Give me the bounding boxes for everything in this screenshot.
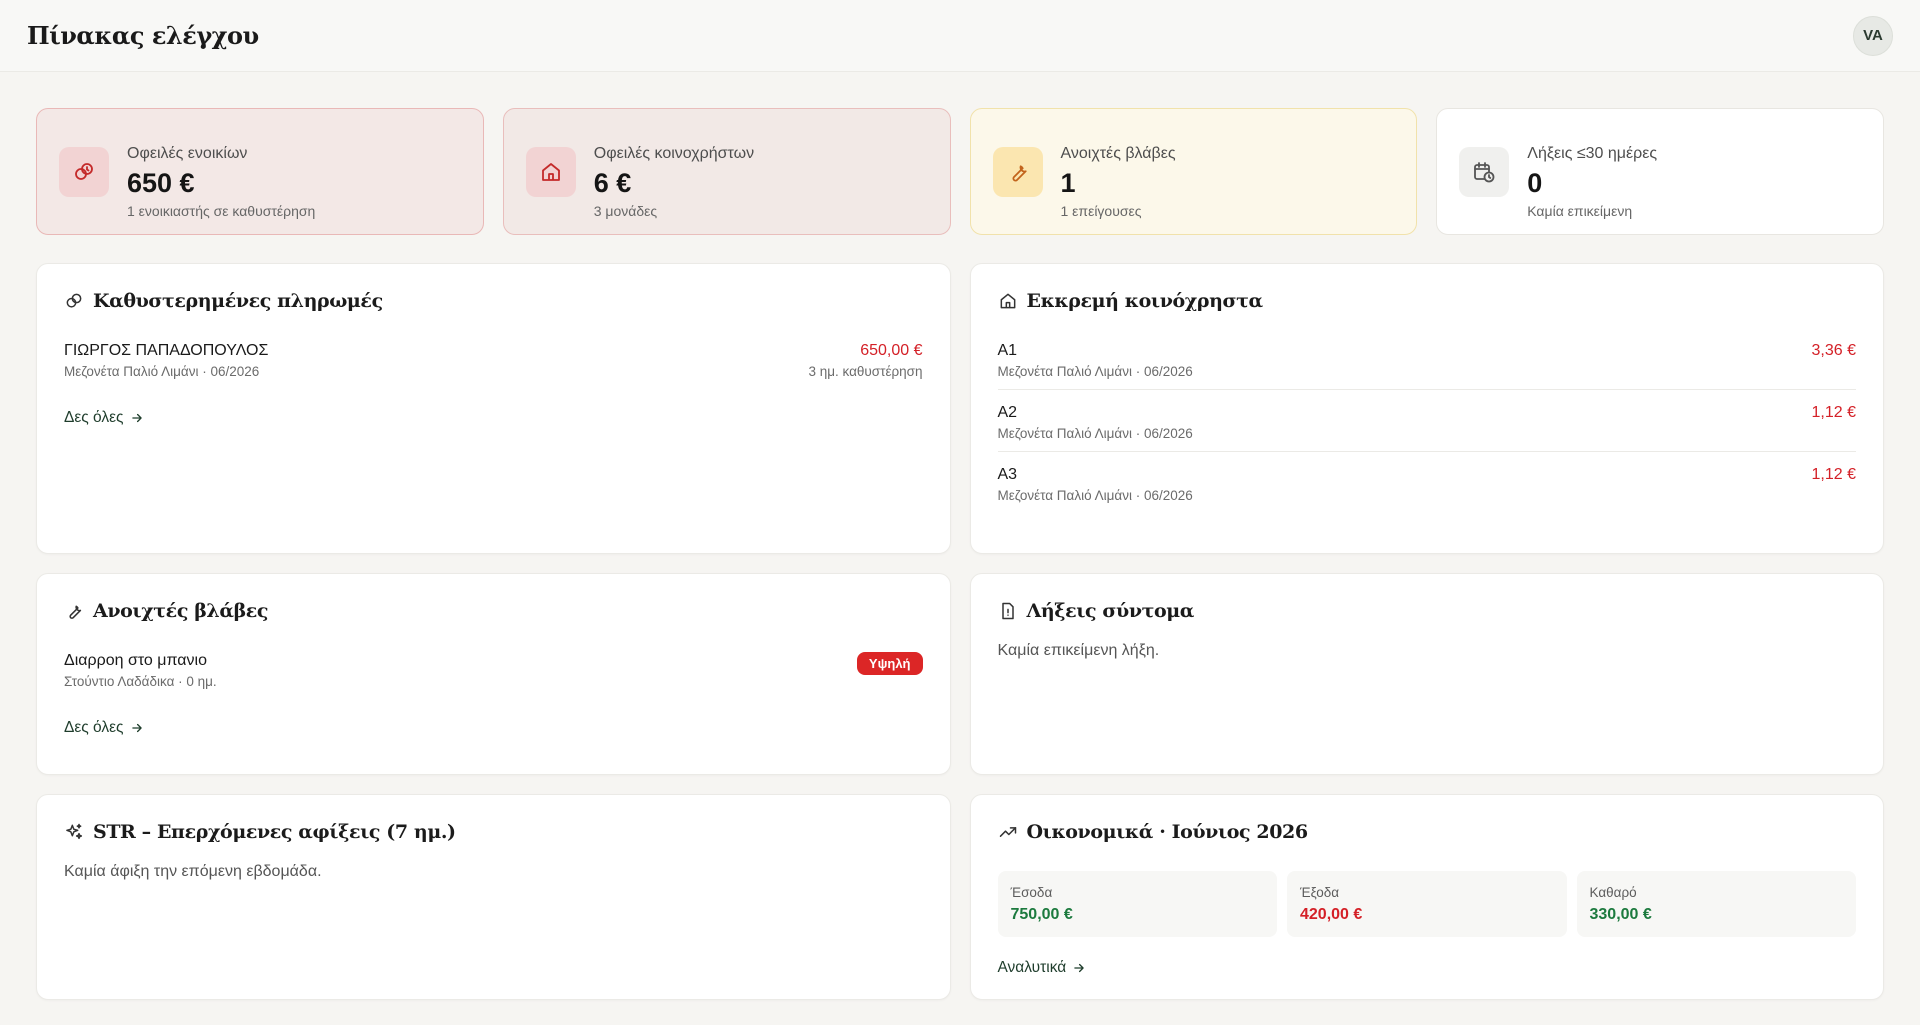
- details-label: Αναλυτικά: [997, 959, 1067, 976]
- pending-common-row[interactable]: A2 Μεζονέτα Παλιό Λιμάνι · 06/2026 1,12 …: [997, 404, 1856, 452]
- unit-amount: 3,36 €: [1811, 342, 1856, 359]
- wrench-icon: [64, 601, 84, 621]
- expirations-card: Λήξεις σύντομα Καμία επικείμενη λήξη.: [969, 573, 1884, 775]
- card-title: Λήξεις σύντομα: [1026, 600, 1195, 622]
- unit-amount: 1,12 €: [1811, 466, 1856, 483]
- stat-expirations[interactable]: Λήξεις ≤30 ημέρες 0 Καμία επικείμενη: [1436, 108, 1884, 235]
- net-value: 330,00 €: [1589, 906, 1652, 923]
- see-all-late-payments-link[interactable]: Δες όλες: [64, 409, 144, 427]
- avatar[interactable]: VA: [1853, 15, 1893, 56]
- open-issues-card: Ανοιχτές βλάβες Διαρροη στο μπανιο Στούν…: [36, 573, 951, 775]
- stat-sub: 1 επείγουσες: [1060, 203, 1142, 219]
- issue-meta: Στούντιο Λαδάδικα · 0 ημ.: [64, 674, 217, 689]
- expense-value: 420,00 €: [1300, 906, 1363, 923]
- card-title: STR – Επερχόμενες αφίξεις (7 ημ.): [93, 821, 456, 843]
- pending-common-card: Εκκρεμή κοινόχρηστα A1 Μεζονέτα Παλιό Λι…: [969, 263, 1884, 554]
- stat-value: 0: [1527, 168, 1543, 198]
- see-all-label: Δες όλες: [64, 409, 124, 426]
- see-all-label: Δες όλες: [64, 719, 124, 736]
- stat-value: 6 €: [593, 168, 632, 198]
- empty-state: Καμία επικείμενη λήξη.: [997, 642, 1160, 659]
- tenant-name: ΓΙΩΡΓΟΣ ΠΑΠΑΔΟΠΟΥΛΟΣ: [64, 342, 269, 359]
- see-all-issues-link[interactable]: Δες όλες: [64, 719, 144, 737]
- expense-label: Έξοδα: [1300, 885, 1340, 900]
- pending-common-row[interactable]: A3 Μεζονέτα Παλιό Λιμάνι · 06/2026 1,12 …: [998, 466, 1857, 513]
- stat-value: 650 €: [127, 168, 195, 198]
- home-icon: [998, 291, 1018, 311]
- stat-rent-dues[interactable]: Οφειλές ενοικίων 650 € 1 ενοικιαστής σε …: [36, 108, 484, 235]
- card-title: Καθυστερημένες πληρωμές: [93, 290, 383, 312]
- stat-label: Οφειλές κοινοχρήστων: [593, 145, 755, 162]
- issue-row[interactable]: Διαρροη στο μπανιο Στούντιο Λαδάδικα · 0…: [64, 652, 923, 689]
- cards-grid: Καθυστερημένες πληρωμές ΓΙΩΡΓΟΣ ΠΑΠΑΔΟΠΟ…: [36, 263, 1884, 1000]
- card-title: Ανοιχτές βλάβες: [93, 600, 269, 622]
- trending-up-icon: [998, 822, 1018, 842]
- stat-open-issues[interactable]: Ανοιχτές βλάβες 1 1 επείγουσες: [969, 108, 1418, 235]
- finance-card: Οικονομικά · Ιούνιος 2026 Έσοδα 750,00 €…: [969, 794, 1884, 1000]
- unit-amount: 1,12 €: [1811, 404, 1856, 421]
- overdue-amount: 650,00 €: [860, 342, 923, 359]
- pending-common-row[interactable]: A1 Μεζονέτα Παλιό Λιμάνι · 06/2026 3,36 …: [997, 342, 1856, 390]
- stat-label: Οφειλές ενοικίων: [127, 145, 248, 162]
- calendar-clock-icon: [1459, 147, 1510, 197]
- net-box: Καθαρό 330,00 €: [1576, 871, 1856, 937]
- document-alert-icon: [998, 601, 1018, 621]
- card-title: Οικονομικά · Ιούνιος 2026: [1026, 821, 1309, 843]
- stat-value: 1: [1060, 168, 1076, 198]
- tenant-meta: Μεζονέτα Παλιό Λιμάνι · 06/2026: [64, 364, 260, 379]
- unit-meta: Μεζονέτα Παλιό Λιμάνι · 06/2026: [997, 364, 1193, 379]
- overdue-delay: 3 ημ. καθυστέρηση: [808, 364, 923, 379]
- priority-badge: Υψηλή: [856, 652, 923, 675]
- stat-common-dues[interactable]: Οφειλές κοινοχρήστων 6 € 3 μονάδες: [502, 108, 951, 235]
- stat-sub: 3 μονάδες: [593, 203, 658, 219]
- card-title: Εκκρεμή κοινόχρηστα: [1026, 290, 1264, 312]
- unit-name: A2: [997, 404, 1018, 421]
- unit-meta: Μεζονέτα Παλιό Λιμάνι · 06/2026: [997, 488, 1193, 503]
- unit-name: A1: [997, 342, 1018, 359]
- home-icon: [525, 147, 576, 197]
- page-title: Πίνακας ελέγχου: [27, 21, 259, 50]
- arrow-right-icon: [1074, 963, 1084, 973]
- stat-label: Ανοιχτές βλάβες: [1060, 145, 1176, 162]
- top-bar: Πίνακας ελέγχου VA: [0, 0, 1920, 72]
- stat-sub: 1 ενοικιαστής σε καθυστέρηση: [127, 203, 316, 219]
- late-payments-card: Καθυστερημένες πληρωμές ΓΙΩΡΓΟΣ ΠΑΠΑΔΟΠΟ…: [36, 263, 951, 554]
- late-payment-row[interactable]: ΓΙΩΡΓΟΣ ΠΑΠΑΔΟΠΟΥΛΟΣ Μεζονέτα Παλιό Λιμά…: [64, 342, 923, 379]
- main-content: Οφειλές ενοικίων 650 € 1 ενοικιαστής σε …: [0, 72, 1920, 1000]
- wrench-icon: [992, 147, 1043, 197]
- expense-box: Έξοδα 420,00 €: [1287, 871, 1567, 937]
- finance-details-link[interactable]: Αναλυτικά: [998, 959, 1087, 977]
- stat-sub: Καμία επικείμενη: [1527, 203, 1633, 219]
- stats-row: Οφειλές ενοικίων 650 € 1 ενοικιαστής σε …: [36, 108, 1884, 235]
- stat-label: Λήξεις ≤30 ημέρες: [1527, 145, 1658, 162]
- income-box: Έσοδα 750,00 €: [997, 871, 1277, 937]
- empty-state: Καμία άφιξη την επόμενη εβδομάδα.: [64, 863, 322, 880]
- str-arrivals-card: STR – Επερχόμενες αφίξεις (7 ημ.) Καμία …: [36, 794, 951, 1000]
- arrow-right-icon: [131, 723, 142, 733]
- finance-summary: Έσοδα 750,00 € Έξοδα 420,00 € Καθαρό 330…: [997, 871, 1856, 937]
- income-label: Έσοδα: [1010, 885, 1053, 900]
- overdue-money-icon: [64, 291, 84, 311]
- income-value: 750,00 €: [1010, 906, 1073, 923]
- unit-name: A3: [997, 466, 1018, 483]
- overdue-money-icon: [59, 147, 109, 197]
- arrow-right-icon: [131, 413, 142, 423]
- unit-meta: Μεζονέτα Παλιό Λιμάνι · 06/2026: [997, 426, 1193, 441]
- sparkles-icon: [64, 822, 84, 842]
- issue-name: Διαρροη στο μπανιο: [64, 652, 207, 669]
- net-label: Καθαρό: [1589, 885, 1637, 900]
